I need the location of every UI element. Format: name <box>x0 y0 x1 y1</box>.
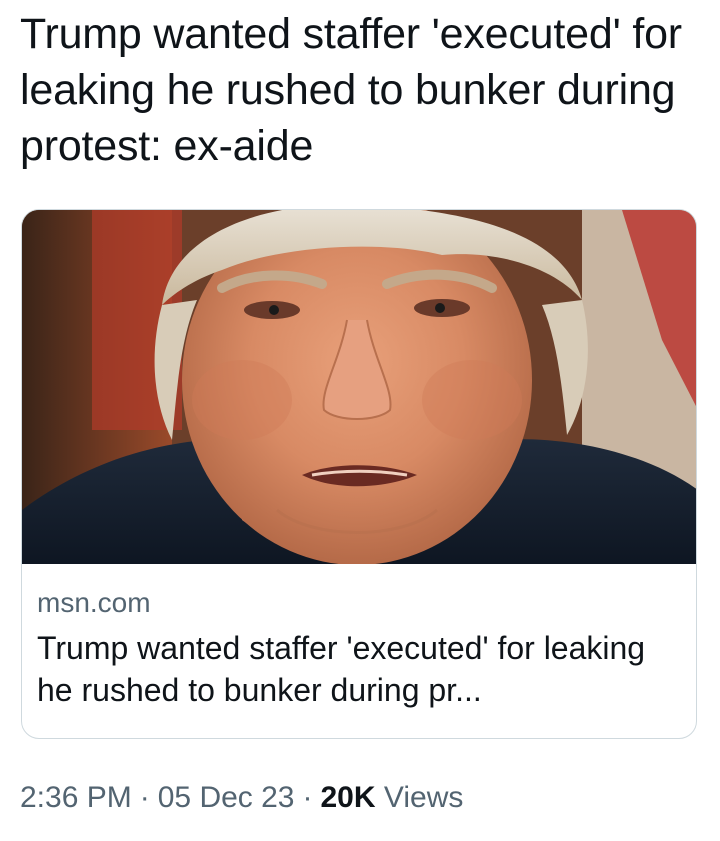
views-count: 20K <box>320 781 376 814</box>
separator-dot: · <box>302 781 313 814</box>
link-card[interactable]: msn.com Trump wanted staffer 'executed' … <box>21 209 697 739</box>
tweet-text: Trump wanted staffer 'executed' for leak… <box>20 10 682 170</box>
tweet-date[interactable]: 05 Dec 23 <box>158 781 295 814</box>
tweet-meta: 2:36 PM · 05 Dec 23 · 20K Views <box>20 778 463 818</box>
separator-dot: · <box>139 781 150 814</box>
link-card-title: Trump wanted staffer 'executed' for leak… <box>37 630 646 708</box>
link-card-domain: msn.com <box>37 587 151 618</box>
link-card-image[interactable] <box>22 210 696 564</box>
views-label: Views <box>383 781 464 814</box>
tweet-time[interactable]: 2:36 PM <box>20 781 132 814</box>
